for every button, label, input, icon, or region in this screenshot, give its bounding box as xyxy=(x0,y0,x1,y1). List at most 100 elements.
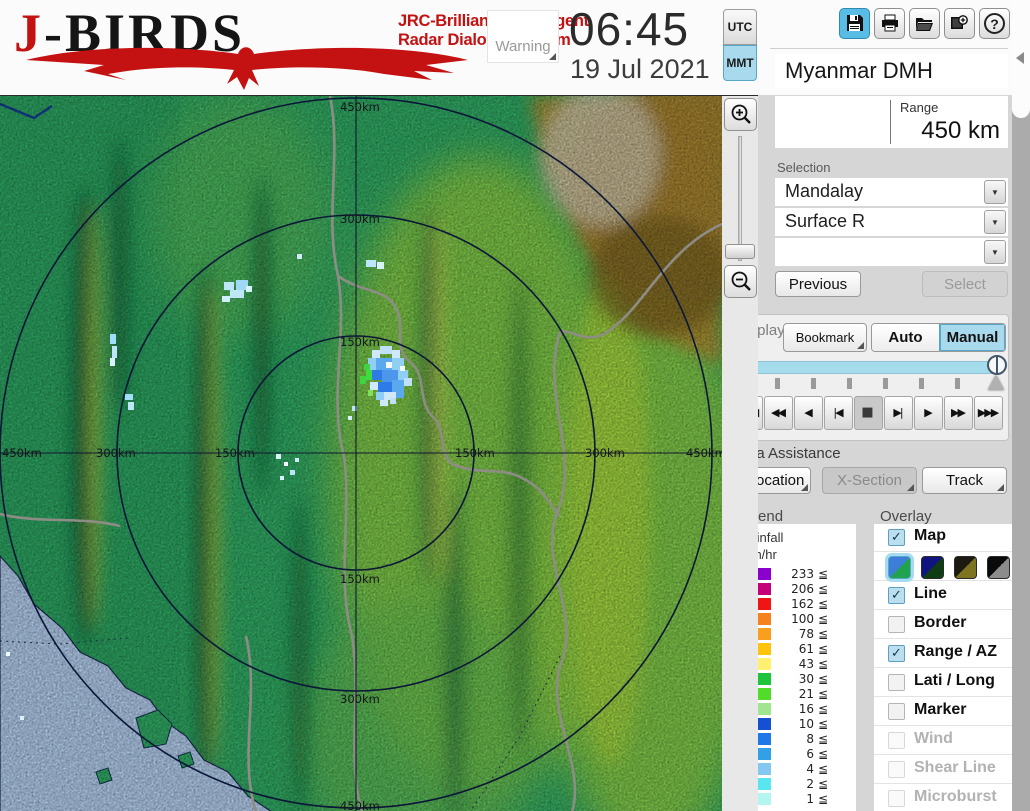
range-divider xyxy=(890,100,891,144)
terrain-layer: 450km 300km 150km 150km 300km 450km 450k… xyxy=(0,96,722,811)
legend-value: 206 xyxy=(791,582,814,596)
corner-fold-icon xyxy=(801,484,808,491)
play-reverse-button[interactable]: ◀ xyxy=(794,396,823,430)
stop-button[interactable]: ■ xyxy=(854,396,883,430)
svg-text:450km: 450km xyxy=(2,446,42,460)
map-label: Map xyxy=(914,527,946,544)
jump-end-button[interactable]: ▶▶▶ xyxy=(974,396,1003,430)
chevron-down-icon[interactable]: ▼ xyxy=(984,180,1006,204)
legend-value: 2 xyxy=(806,777,814,791)
save-button[interactable] xyxy=(839,8,870,39)
fast-rewind-button[interactable]: ◀◀ xyxy=(764,396,793,430)
lte-symbol: ≦ xyxy=(818,642,829,656)
track-button[interactable]: Track xyxy=(922,467,1007,494)
help-button[interactable]: ? xyxy=(979,8,1010,39)
lte-symbol: ≦ xyxy=(818,717,829,731)
legend-value: 100 xyxy=(791,612,814,626)
overlay-row-map: ✓ Map xyxy=(874,524,1012,552)
product-dropdown[interactable]: Surface R ▼ xyxy=(775,208,1008,236)
zoom-slider-handle[interactable] xyxy=(725,244,755,259)
map-style-swatch-4[interactable] xyxy=(987,556,1010,579)
microburst-checkbox xyxy=(888,790,905,807)
timezone-utc-button[interactable]: UTC xyxy=(723,9,757,45)
svg-text:150km: 150km xyxy=(340,335,380,349)
wind-checkbox xyxy=(888,732,905,749)
overlay-row-wind: Wind xyxy=(874,727,1012,755)
previous-button[interactable]: Previous xyxy=(775,271,861,297)
lte-symbol: ≦ xyxy=(818,672,829,686)
zoom-slider-track[interactable] xyxy=(738,136,742,261)
print-icon xyxy=(881,14,898,32)
option-dropdown[interactable]: ▼ xyxy=(775,238,1008,266)
border-checkbox[interactable] xyxy=(888,616,905,633)
svg-text:150km: 150km xyxy=(215,446,255,460)
legend-value: 6 xyxy=(806,747,814,761)
site-dropdown[interactable]: Mandalay ▼ xyxy=(775,178,1008,206)
radar-map[interactable]: 450km 300km 150km 150km 300km 450km 450k… xyxy=(0,96,722,811)
lte-symbol: ≦ xyxy=(818,612,829,626)
wind-label: Wind xyxy=(914,730,953,747)
station-name: Myanmar DMH xyxy=(775,54,1008,88)
play-button[interactable]: ▶ xyxy=(914,396,943,430)
svg-text:300km: 300km xyxy=(96,446,136,460)
selection-label: Selection xyxy=(777,160,831,175)
slider-tick xyxy=(775,378,780,389)
collapse-left-icon xyxy=(1016,52,1024,64)
manual-button[interactable]: Manual xyxy=(939,324,1005,351)
legend-value: 43 xyxy=(798,657,814,671)
marker-checkbox[interactable] xyxy=(888,703,905,720)
svg-text:450km: 450km xyxy=(340,799,380,811)
overlay-section-label: Overlay xyxy=(880,508,932,525)
border-label: Border xyxy=(914,614,967,631)
corner-fold-icon xyxy=(907,484,914,491)
step-back-button[interactable]: |◀ xyxy=(824,396,853,430)
replay-slider-handle[interactable] xyxy=(987,355,1007,375)
corner-fold-icon xyxy=(997,484,1004,491)
warning-button[interactable]: Warning xyxy=(487,10,559,63)
header-separator xyxy=(770,48,1008,49)
zoom-out-button[interactable] xyxy=(724,265,757,298)
overlay-row-line: ✓ Line xyxy=(874,582,1012,610)
legend-value: 30 xyxy=(798,672,814,686)
step-forward-button[interactable]: ▶| xyxy=(884,396,913,430)
replay-slider-track[interactable] xyxy=(741,361,999,374)
map-style-swatch-3[interactable] xyxy=(954,556,977,579)
legend-value: 21 xyxy=(798,687,814,701)
lati-long-checkbox[interactable] xyxy=(888,674,905,691)
select-button[interactable]: Select xyxy=(922,271,1008,297)
chevron-down-icon[interactable]: ▼ xyxy=(984,240,1006,264)
marker-label: Marker xyxy=(914,701,967,718)
map-style-swatch-1[interactable] xyxy=(888,556,911,579)
svg-text:300km: 300km xyxy=(585,446,625,460)
print-button[interactable] xyxy=(874,8,905,39)
radar-map-area[interactable]: 450km 300km 150km 150km 300km 450km 450k… xyxy=(0,95,758,811)
overlay-panel: ✓ Map ✓ Line Border ✓ Range / AZ Lati / … xyxy=(874,524,1012,811)
range-az-checkbox[interactable]: ✓ xyxy=(888,645,905,662)
overlay-row-range-az: ✓ Range / AZ xyxy=(874,640,1012,668)
corner-fold-icon xyxy=(549,53,556,60)
replay-mode-toggle: Auto Manual xyxy=(871,323,1006,352)
chevron-down-icon[interactable]: ▼ xyxy=(984,210,1006,234)
xsection-button[interactable]: X-Section xyxy=(822,467,917,494)
line-checkbox[interactable]: ✓ xyxy=(888,587,905,604)
range-box: Range 450 km xyxy=(775,96,1008,148)
help-icon: ? xyxy=(984,13,1005,34)
svg-text:300km: 300km xyxy=(340,692,380,706)
open-folder-button[interactable] xyxy=(909,8,940,39)
svg-text:450km: 450km xyxy=(686,446,722,460)
save-icon xyxy=(846,15,863,31)
range-label: Range xyxy=(900,100,939,115)
svg-text:150km: 150km xyxy=(455,446,495,460)
fast-forward-button[interactable]: ▶▶ xyxy=(944,396,973,430)
playback-controls: ◀◀◀ ◀◀ ◀ |◀ ■ ▶| ▶ ▶▶ ▶▶▶ xyxy=(734,396,1003,430)
legend-value: 233 xyxy=(791,567,814,581)
map-style-swatch-2[interactable] xyxy=(921,556,944,579)
map-checkbox[interactable]: ✓ xyxy=(888,529,905,546)
timezone-mmt-button[interactable]: MMT xyxy=(723,45,757,81)
export-image-button[interactable] xyxy=(944,8,975,39)
shear-line-label: Shear Line xyxy=(914,759,996,776)
eagle-logo-icon xyxy=(26,47,468,90)
auto-button[interactable]: Auto xyxy=(872,324,939,351)
bookmark-button[interactable]: Bookmark xyxy=(783,323,867,352)
zoom-in-button[interactable] xyxy=(724,98,757,131)
